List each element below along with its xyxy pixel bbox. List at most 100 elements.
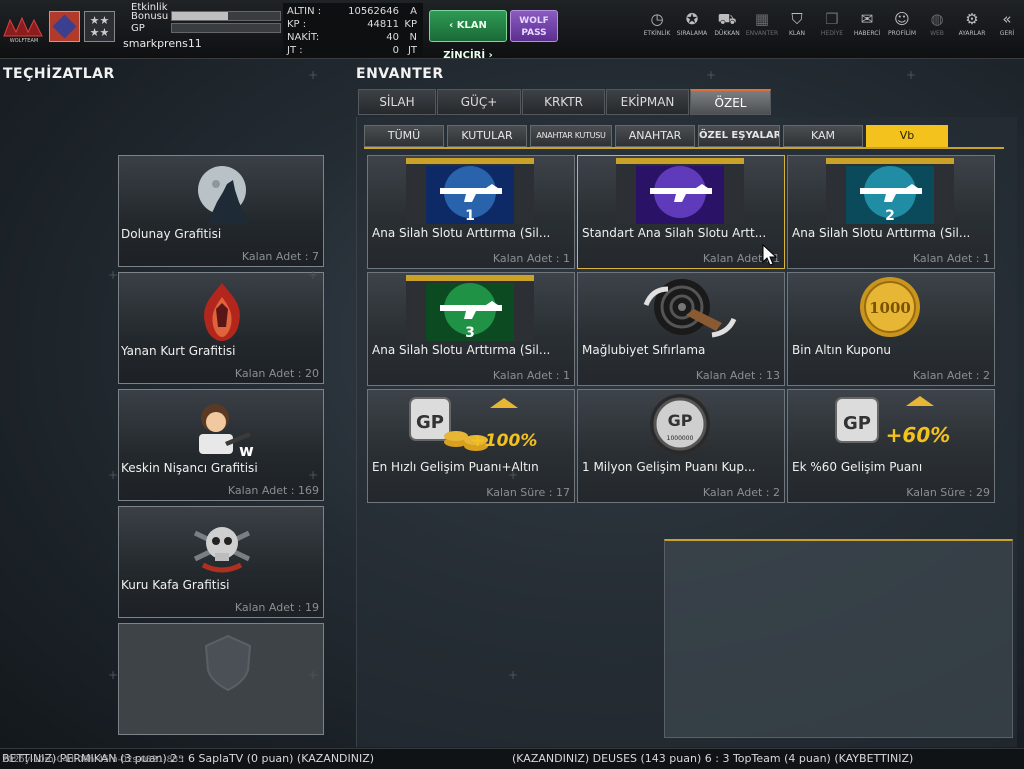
username: smarkprens11 (123, 37, 202, 50)
weapon-slot-expand-2-icon: 2 (826, 158, 954, 224)
gold-coupon-icon: 1000 (860, 277, 920, 337)
currency-row-kp: KP :44811 KP (287, 19, 417, 30)
gp-bar (171, 23, 281, 33)
svg-text:2: 2 (885, 208, 895, 224)
inventory-item-count: Kalan Süre : 17 (486, 486, 570, 499)
nav-profile[interactable]: ☺ PROFİLİM (882, 10, 922, 50)
inventory-item-name: Ana Silah Slotu Arttırma (Sil... (372, 343, 551, 357)
nav-timer[interactable]: ◷ ETKİNLİK (637, 10, 677, 50)
profile-icon: ☺ (894, 10, 910, 28)
inventory-item[interactable]: 1 Ana Silah Slotu Arttırma (Sil... Kalan… (367, 155, 575, 269)
inventory-title: ENVANTER (356, 66, 444, 82)
defeat-reset-icon (643, 279, 737, 338)
tab-ekipman[interactable]: EKİPMAN (606, 89, 689, 115)
wolfteam-logo: WOLFTEAM (3, 16, 43, 44)
equipment-card[interactable]: Dolunay Grafitisi Kalan Adet : 7 (118, 155, 324, 267)
subtab-kutular[interactable]: KUTULAR (447, 125, 527, 147)
currency-row-jt: JT :0 JT (287, 45, 417, 56)
nav-label: ETKİNLİK (643, 30, 671, 37)
klan-chain-button[interactable]: ‹ KLAN ZİNCİRİ › (429, 10, 507, 61)
subtab-anahtar-kutusu[interactable]: ANAHTAR KUTUSU (530, 125, 612, 147)
plus-marker-icon: + (308, 268, 319, 282)
tab-guc[interactable]: GÜÇ+ (437, 89, 521, 115)
plus-marker-icon: + (108, 268, 119, 282)
inventory-item-name: En Hızlı Gelişim Puanı+Altın (372, 460, 539, 474)
inventory-item-name: Mağlubiyet Sıfırlama (582, 343, 706, 357)
equipment-card-name: Yanan Kurt Grafitisi (121, 344, 236, 358)
nav-clan-shield[interactable]: ⛉ KLAN (777, 10, 817, 50)
medal-icon: ✪ (685, 10, 699, 28)
currency-panel: ALTIN :10562646 A KP :44811 KP NAKİT: 40 N J… (283, 3, 423, 57)
nav-cart[interactable]: ⛟ DÜKKAN (707, 10, 747, 50)
nav-gear[interactable]: ⚙ AYARLAR (952, 10, 992, 50)
svg-text:GP: GP (668, 411, 693, 430)
inventory-item-name: Ana Silah Slotu Arttırma (Sil... (792, 226, 971, 240)
inventory-item-name: Standart Ana Silah Slotu Artt... (582, 226, 767, 240)
nav-inventory[interactable]: ▦ ENVANTER (742, 10, 782, 50)
inventory-item[interactable]: 3 Ana Silah Slotu Arttırma (Sil... Kalan… (367, 272, 575, 386)
full-moon-wolf-icon (198, 166, 249, 224)
svg-text:3: 3 (465, 325, 475, 341)
inventory-item[interactable]: GP 1000000 1 Milyon Gelişim Puanı Kup...… (577, 389, 785, 503)
burning-wolf-icon (204, 283, 240, 341)
top-bar: WOLFTEAM ★★ ★★ Etkinlik Bonusu GP smarkpr… (0, 0, 1024, 61)
nav-label: KLAN (788, 30, 805, 37)
subtab-vb[interactable]: Vb (866, 125, 948, 147)
nav-label: PROFİLİM (887, 30, 917, 37)
inventory-item-count: Kalan Adet : 2 (702, 486, 780, 499)
plus-marker-icon: + (308, 468, 319, 482)
event-bonus-bar (171, 11, 281, 21)
globe-icon: ◍ (930, 10, 944, 28)
equipment-card[interactable]: Yanan Kurt Grafitisi Kalan Adet : 20 (118, 272, 324, 384)
svg-text:GP: GP (843, 413, 871, 434)
subtab-tumu[interactable]: TÜMÜ (364, 125, 444, 147)
equipment-card-count: Kalan Adet : 19 (234, 601, 319, 614)
equipment-card[interactable]: w Keskin Nişancı Grafitisi Kalan Adet : … (118, 389, 324, 501)
equipment-card[interactable]: Kuru Kafa Grafitisi Kalan Adet : 19 (118, 506, 324, 618)
svg-text:1: 1 (465, 208, 475, 224)
nav-megaphone[interactable]: ✉ HABERCİ (847, 10, 887, 50)
tab-ozel[interactable]: ÖZEL (690, 89, 771, 115)
event-bonus-fill (172, 12, 229, 20)
cart-icon: ⛟ (717, 10, 737, 28)
event-bonus-label: Etkinlik Bonusu (131, 2, 169, 22)
skull-icon (193, 527, 251, 573)
inventory-item-selected[interactable]: Standart Ana Silah Slotu Artt... Kalan A… (577, 155, 785, 269)
nav-label: SIRALAMA (676, 30, 708, 37)
subtab-anahtar[interactable]: ANAHTAR (615, 125, 695, 147)
equipment-card-count: Kalan Adet : 7 (241, 250, 319, 263)
inventory-item-count: Kalan Adet : 1 (492, 369, 570, 382)
plus-marker-icon: + (108, 668, 119, 682)
inventory-item[interactable]: GP +100% En Hızlı Gelişim Puanı+Altın Ka… (367, 389, 575, 503)
plus-marker-icon: + (508, 668, 519, 682)
svg-text:1000: 1000 (869, 299, 911, 317)
plus-marker-icon: + (706, 68, 717, 82)
inventory-item[interactable]: GP +60% Ek %60 Gelişim Puanı Kalan Süre … (787, 389, 995, 503)
inventory-item[interactable]: Mağlubiyet Sıfırlama Kalan Adet : 13 (577, 272, 785, 386)
inventory-item-count: Kalan Süre : 29 (906, 486, 990, 499)
nav-globe[interactable]: ◍ WEB (917, 10, 957, 50)
empty-equipment-slot[interactable] (118, 623, 324, 735)
wolf-pass-button[interactable]: WOLF PASS (510, 10, 558, 42)
nav-back[interactable]: « GERİ (987, 10, 1024, 50)
subtab-ozel-esyalar[interactable]: ÖZEL EŞYALAR (698, 125, 780, 147)
nav-gift[interactable]: ❒ HEDİYE (812, 10, 852, 50)
clan-emblem[interactable] (49, 11, 80, 42)
plus-marker-icon: + (308, 668, 319, 682)
equipment-card-count: Kalan Adet : 169 (227, 484, 319, 497)
subtab-kam[interactable]: KAM (783, 125, 863, 147)
nav-label: ENVANTER (745, 30, 779, 37)
inventory-item[interactable]: 1000 Bin Altın Kuponu Kalan Adet : 2 (787, 272, 995, 386)
megaphone-icon: ✉ (860, 10, 874, 28)
plus-marker-icon: + (308, 68, 319, 82)
tab-krktr[interactable]: KRKTR (522, 89, 605, 115)
tab-silah[interactable]: SİLAH (358, 89, 436, 115)
back-icon: « (1002, 10, 1012, 28)
weapon-slot-expand-3-icon: 3 (406, 275, 534, 341)
svg-text:WOLFTEAM: WOLFTEAM (10, 38, 38, 44)
nav-medal[interactable]: ✪ SIRALAMA (672, 10, 712, 50)
inventory-item[interactable]: 2 Ana Silah Slotu Arttırma (Sil... Kalan… (787, 155, 995, 269)
weapon-slot-expand-1-icon: 1 (406, 158, 534, 224)
standard-weapon-slot-icon (616, 158, 744, 224)
svg-text:GP: GP (416, 412, 444, 433)
